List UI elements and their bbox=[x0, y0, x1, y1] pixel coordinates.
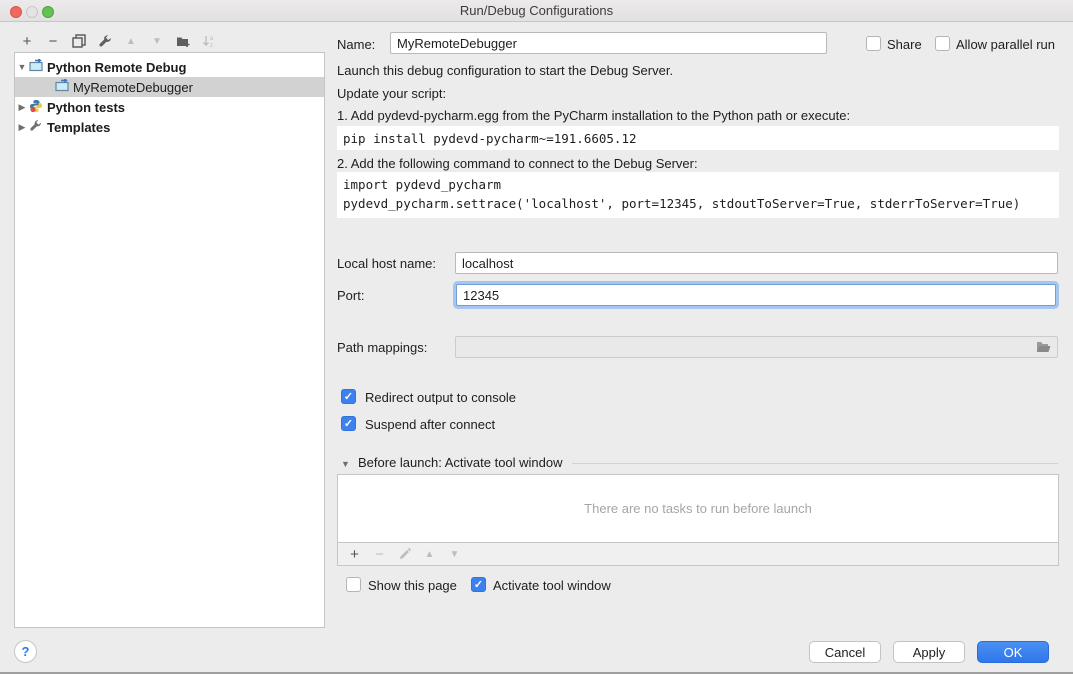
activate-tool-window-checkbox[interactable] bbox=[471, 577, 486, 592]
settrace-code-snippet: import pydevd_pycharm pydevd_pycharm.set… bbox=[337, 172, 1059, 218]
svg-text:z: z bbox=[210, 43, 213, 48]
add-task-button[interactable]: + bbox=[342, 544, 367, 564]
chevron-expanded-icon[interactable]: ▼ bbox=[15, 62, 29, 72]
port-label: Port: bbox=[337, 288, 364, 303]
move-task-down-button[interactable]: ▼ bbox=[442, 544, 467, 564]
launch-description: Launch this debug configuration to start… bbox=[337, 63, 673, 78]
cancel-button[interactable]: Cancel bbox=[809, 641, 881, 663]
apply-button[interactable]: Apply bbox=[893, 641, 965, 663]
remove-icon: − bbox=[49, 33, 58, 50]
update-script-text: Update your script: bbox=[337, 86, 446, 101]
before-launch-title: Before launch: Activate tool window bbox=[358, 455, 563, 470]
edit-task-button[interactable] bbox=[392, 544, 417, 564]
add-icon: + bbox=[350, 546, 359, 563]
move-task-up-button[interactable]: ▲ bbox=[417, 544, 442, 564]
move-down-button[interactable]: ▼ bbox=[144, 31, 170, 51]
edit-defaults-button[interactable] bbox=[92, 31, 118, 51]
share-label: Share bbox=[887, 37, 922, 52]
before-launch-collapse-icon[interactable]: ▼ bbox=[341, 459, 350, 469]
suspend-after-connect-checkbox[interactable] bbox=[341, 416, 356, 431]
move-up-button[interactable]: ▲ bbox=[118, 31, 144, 51]
name-label: Name: bbox=[337, 37, 375, 52]
activate-tool-window-label: Activate tool window bbox=[493, 578, 611, 593]
local-host-name-label: Local host name: bbox=[337, 256, 436, 271]
path-mappings-label: Path mappings: bbox=[337, 340, 427, 355]
wrench-icon bbox=[98, 34, 112, 48]
remove-configuration-button[interactable]: − bbox=[40, 31, 66, 51]
open-folder-icon[interactable] bbox=[1036, 340, 1052, 359]
tree-item-myremotedebugger[interactable]: MyRemoteDebugger bbox=[15, 77, 324, 97]
allow-parallel-run-label: Allow parallel run bbox=[956, 37, 1055, 52]
python-icon bbox=[29, 99, 47, 116]
sort-alphabetically-icon: az bbox=[202, 34, 216, 48]
move-down-icon: ▼ bbox=[152, 36, 162, 47]
before-launch-divider bbox=[572, 463, 1058, 464]
run-debug-configurations-dialog: Run/Debug Configurations + − ▲ ▼ az ▼ Py… bbox=[0, 0, 1073, 674]
redirect-output-checkbox[interactable] bbox=[341, 389, 356, 404]
remove-icon: − bbox=[375, 546, 384, 563]
wrench-icon bbox=[29, 119, 47, 135]
configurations-toolbar: + − ▲ ▼ az bbox=[14, 31, 222, 51]
step1-text: 1. Add pydevd-pycharm.egg from the PyCha… bbox=[337, 108, 850, 123]
allow-parallel-run-checkbox[interactable] bbox=[935, 36, 950, 51]
copy-icon bbox=[72, 34, 86, 48]
tree-item-label: MyRemoteDebugger bbox=[73, 80, 193, 95]
move-down-icon: ▼ bbox=[450, 549, 460, 560]
add-icon: + bbox=[23, 33, 32, 50]
remote-debug-config-icon bbox=[29, 59, 47, 75]
suspend-after-connect-label: Suspend after connect bbox=[365, 417, 495, 432]
window-title: Run/Debug Configurations bbox=[0, 3, 1073, 18]
configurations-tree: ▼ Python Remote Debug MyRemoteDebugger ▶… bbox=[14, 52, 325, 628]
port-input[interactable] bbox=[456, 284, 1056, 306]
tree-item-python-tests[interactable]: ▶ Python tests bbox=[15, 97, 324, 117]
new-folder-icon bbox=[176, 35, 191, 48]
show-this-page-checkbox[interactable] bbox=[346, 577, 361, 592]
move-up-icon: ▲ bbox=[425, 549, 435, 560]
new-folder-button[interactable] bbox=[170, 31, 196, 51]
tree-item-label: Python Remote Debug bbox=[47, 60, 186, 75]
tree-item-python-remote-debug[interactable]: ▼ Python Remote Debug bbox=[15, 57, 324, 77]
help-button[interactable]: ? bbox=[14, 640, 37, 663]
help-icon: ? bbox=[22, 644, 30, 659]
task-list-toolbar: + − ▲ ▼ bbox=[337, 543, 1059, 566]
show-this-page-label: Show this page bbox=[368, 578, 457, 593]
path-mappings-field[interactable] bbox=[455, 336, 1058, 358]
redirect-output-label: Redirect output to console bbox=[365, 390, 516, 405]
title-bar: Run/Debug Configurations bbox=[0, 0, 1073, 22]
tree-item-templates[interactable]: ▶ Templates bbox=[15, 117, 324, 137]
chevron-collapsed-icon[interactable]: ▶ bbox=[15, 102, 29, 113]
before-launch-task-list: There are no tasks to run before launch bbox=[337, 474, 1059, 543]
chevron-collapsed-icon[interactable]: ▶ bbox=[15, 122, 29, 133]
copy-configuration-button[interactable] bbox=[66, 31, 92, 51]
add-configuration-button[interactable]: + bbox=[14, 31, 40, 51]
svg-text:a: a bbox=[210, 36, 214, 42]
sort-configurations-button[interactable]: az bbox=[196, 31, 222, 51]
step2-text: 2. Add the following command to connect … bbox=[337, 156, 698, 171]
no-tasks-message: There are no tasks to run before launch bbox=[584, 501, 812, 516]
remove-task-button[interactable]: − bbox=[367, 544, 392, 564]
share-checkbox[interactable] bbox=[866, 36, 881, 51]
ok-button[interactable]: OK bbox=[977, 641, 1049, 663]
remote-debug-config-icon bbox=[55, 79, 73, 95]
move-up-icon: ▲ bbox=[126, 36, 136, 47]
name-input[interactable] bbox=[390, 32, 827, 54]
pencil-icon bbox=[398, 548, 411, 561]
pip-install-command: pip install pydevd-pycharm~=191.6605.12 bbox=[337, 126, 1059, 150]
tree-item-label: Templates bbox=[47, 120, 110, 135]
local-host-name-input[interactable] bbox=[455, 252, 1058, 274]
tree-item-label: Python tests bbox=[47, 100, 125, 115]
